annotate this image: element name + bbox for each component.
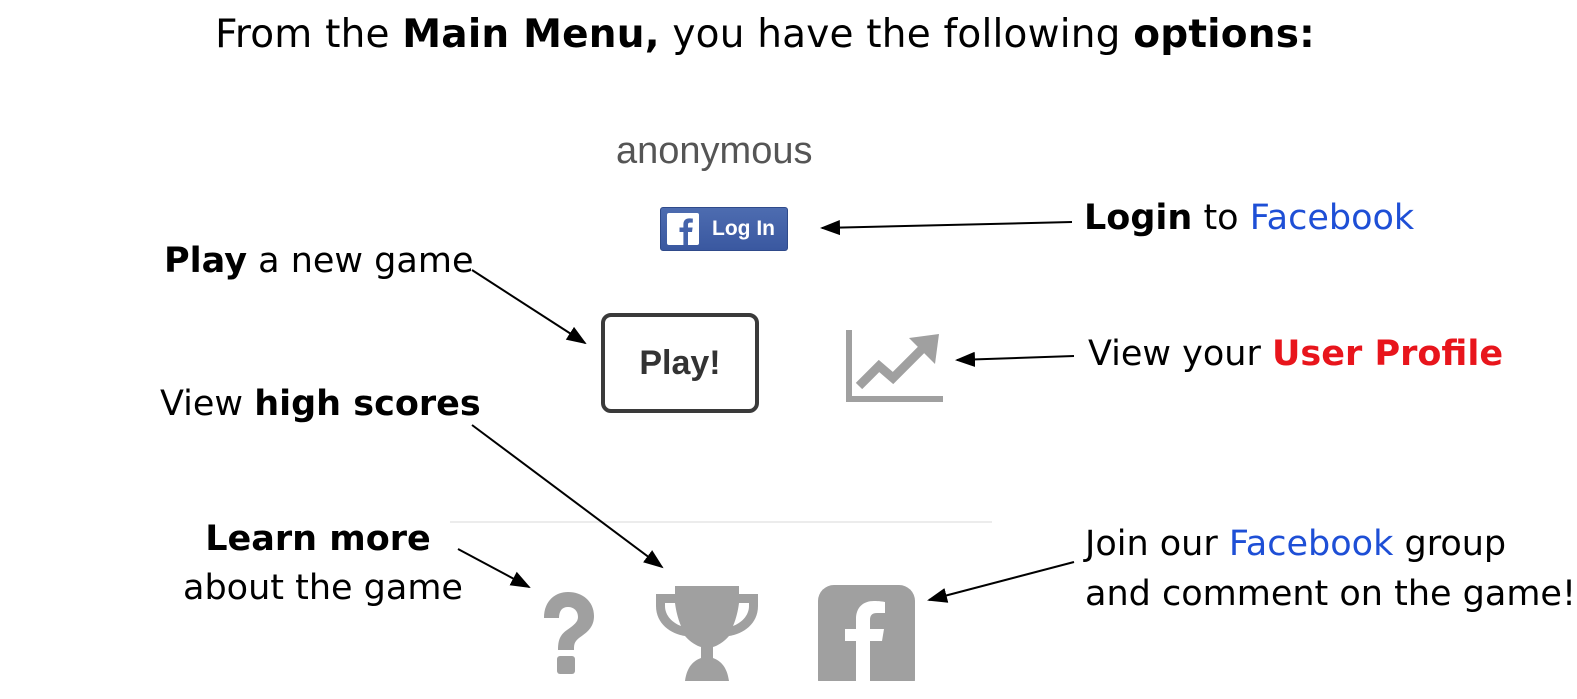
highscores-arrow (471, 424, 664, 569)
play-arrow (471, 269, 587, 345)
annotation-arrows (457, 219, 1075, 603)
profile-arrow (955, 351, 1075, 367)
learn-arrow (457, 548, 531, 588)
group-arrow (927, 561, 1075, 603)
login-arrow (820, 219, 1073, 236)
